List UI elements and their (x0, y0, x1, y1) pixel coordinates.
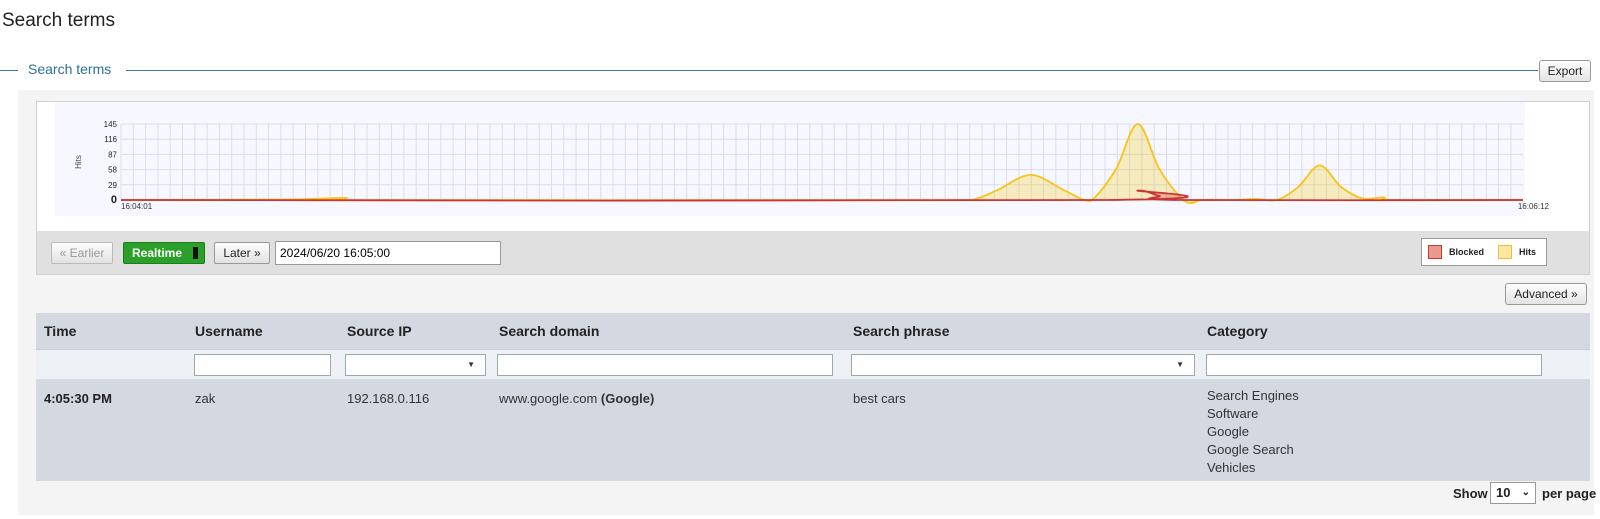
y-tick-label: 0 (111, 194, 117, 206)
section-header: Search terms Export (0, 58, 1600, 84)
column-header-category[interactable]: Category (1207, 323, 1268, 339)
category-item: Search Engines (1207, 388, 1299, 403)
search-phrase-filter-select[interactable]: ▼ (851, 354, 1195, 376)
advanced-button[interactable]: Advanced » (1505, 283, 1587, 305)
legend-blocked-label: Blocked (1449, 247, 1485, 257)
cell-source-ip: 192.168.0.116 (347, 391, 430, 406)
table-row[interactable]: 4:05:30 PM zak 192.168.0.116 www.google.… (36, 379, 1590, 481)
cell-username: zak (195, 391, 216, 406)
search-domain-host: www.google.com (499, 391, 598, 406)
legend-hits-label: Hits (1519, 247, 1537, 257)
realtime-indicator-icon (193, 247, 198, 259)
later-button[interactable]: Later » (214, 242, 270, 264)
section-title: Search terms (28, 61, 112, 77)
page-size-value: 10 (1496, 485, 1511, 500)
column-header-time[interactable]: Time (44, 323, 76, 339)
y-tick-label: 29 (108, 181, 117, 190)
cell-time: 4:05:30 PM (44, 391, 112, 406)
page-size-select[interactable]: 10 ⌄ (1490, 482, 1536, 504)
date-time-input[interactable] (275, 241, 501, 265)
column-header-search-domain[interactable]: Search domain (499, 323, 599, 339)
username-filter-input[interactable] (194, 354, 331, 376)
pagination-control: Show 10 ⌄ per page (1453, 482, 1598, 504)
search-domain-filter-input[interactable] (497, 354, 833, 376)
y-tick-label: 145 (104, 120, 118, 129)
chart-controls: « Earlier Realtime Later » Blocked Hits (36, 231, 1590, 275)
search-terms-table: Time Username Source IP Search domain Se… (36, 313, 1590, 481)
chart-legend: Blocked Hits (1421, 238, 1547, 266)
y-tick-label: 87 (108, 150, 117, 159)
section-divider (0, 70, 18, 71)
category-filter-input[interactable] (1206, 354, 1542, 376)
export-button[interactable]: Export (1539, 60, 1591, 82)
legend-blocked-swatch (1428, 245, 1442, 259)
earlier-button[interactable]: « Earlier (51, 242, 113, 264)
category-item: Vehicles (1207, 460, 1256, 475)
section-divider (126, 70, 1538, 71)
chevron-down-icon: ⌄ (1521, 487, 1530, 498)
cell-search-phrase: best cars (853, 391, 906, 406)
search-domain-name: (Google) (600, 391, 655, 406)
column-header-search-phrase[interactable]: Search phrase (853, 323, 950, 339)
per-page-label: per page (1542, 486, 1597, 501)
realtime-label: Realtime (132, 246, 183, 260)
realtime-button[interactable]: Realtime (123, 242, 205, 264)
filter-row: ▼ ▼ (36, 349, 1590, 379)
column-header-source-ip[interactable]: Source IP (347, 323, 412, 339)
category-item: Google Search (1207, 442, 1294, 457)
x-tick-label: 16:06:12 (1518, 202, 1550, 211)
column-header-username[interactable]: Username (195, 323, 263, 339)
source-ip-filter-select[interactable]: ▼ (345, 354, 486, 376)
x-tick-label: 16:04:01 (121, 202, 153, 211)
category-item: Google (1207, 424, 1249, 439)
y-tick-label: 116 (104, 135, 117, 144)
cell-category: Search Engines Software Google Google Se… (1207, 387, 1299, 477)
page-title: Search terms (2, 10, 115, 31)
cell-search-domain: www.google.com (Google) (499, 391, 654, 406)
table-header: Time Username Source IP Search domain Se… (36, 313, 1590, 349)
dropdown-arrow-icon: ▼ (1176, 360, 1184, 369)
category-item: Software (1207, 406, 1259, 421)
y-tick-label: 58 (108, 166, 117, 175)
show-label: Show (1453, 486, 1488, 501)
y-axis-label: Hits (74, 155, 83, 169)
legend-hits-swatch (1498, 245, 1512, 259)
dropdown-arrow-icon: ▼ (467, 360, 475, 369)
chart-svg: 0 29 58 87 116 145 Hits 16:04:01 16:06:12 (55, 102, 1550, 216)
